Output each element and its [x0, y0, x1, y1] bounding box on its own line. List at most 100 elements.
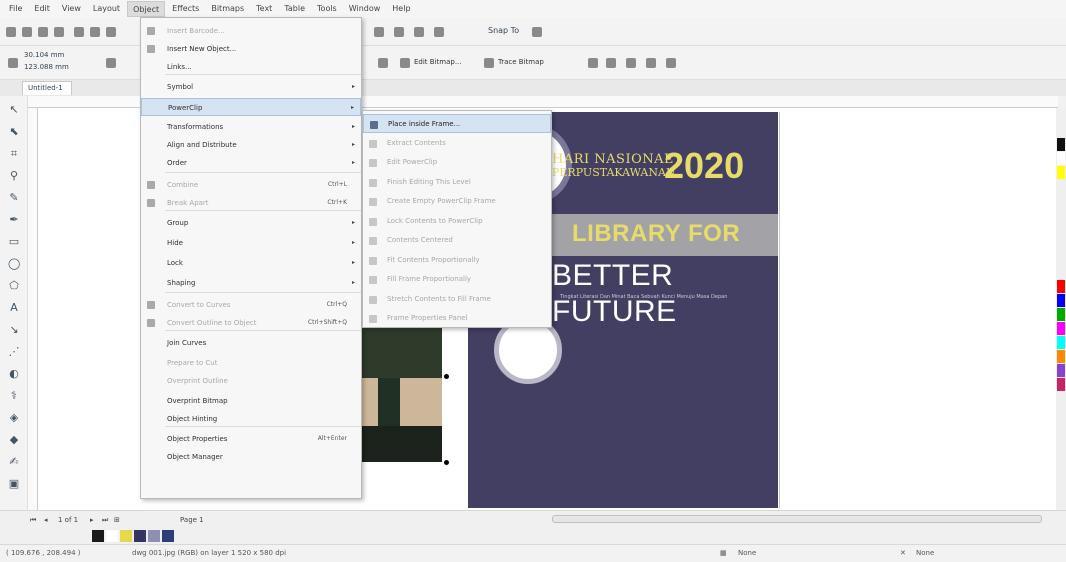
document-tab[interactable]: Untitled-1: [22, 81, 72, 95]
palette-swatch[interactable]: [1057, 378, 1065, 391]
horizontal-scrollbar[interactable]: [552, 515, 1042, 523]
menu-edit[interactable]: Edit: [29, 1, 55, 17]
text-tool-icon[interactable]: A: [8, 302, 20, 314]
object-menu-item[interactable]: Insert New Object...: [141, 40, 361, 58]
menu-window[interactable]: Window: [344, 1, 386, 17]
add-page-icon[interactable]: ⊞: [114, 511, 120, 529]
object-menu-item[interactable]: Overprint Outline: [141, 372, 361, 390]
menu-layout[interactable]: Layout: [88, 1, 125, 17]
smart-fill-icon[interactable]: ◆: [8, 434, 20, 446]
ellipse-tool-icon[interactable]: ◯: [8, 258, 20, 270]
powerclip-menu-item[interactable]: Place inside Frame...: [363, 114, 551, 133]
palette-swatch[interactable]: [1057, 350, 1065, 363]
eyedropper-tool-icon[interactable]: ⚕: [8, 390, 20, 402]
snap-to-dropdown[interactable]: Snap To: [488, 26, 519, 35]
selection-handle[interactable]: [444, 460, 449, 465]
palette-swatch[interactable]: [1057, 308, 1065, 321]
object-menu-item[interactable]: PowerClip ▸: [141, 98, 361, 116]
menu-table[interactable]: Table: [279, 1, 310, 17]
vertical-ruler[interactable]: [28, 108, 38, 510]
crop-tool-icon[interactable]: ⌗: [8, 148, 20, 160]
powerclip-menu-item[interactable]: Lock Contents to PowerClip: [363, 212, 551, 231]
align-icon[interactable]: [646, 58, 656, 68]
menu-file[interactable]: File: [4, 1, 27, 17]
connector-tool-icon[interactable]: ↘: [8, 324, 20, 336]
menu-help[interactable]: Help: [387, 1, 415, 17]
object-menu-item[interactable]: Overprint Bitmap: [141, 392, 361, 410]
crop-bitmap-icon[interactable]: [588, 58, 598, 68]
menu-bitmaps[interactable]: Bitmaps: [206, 1, 249, 17]
fill-indicator-icon[interactable]: ▦: [720, 545, 727, 562]
powerclip-menu-item[interactable]: Fit Contents Proportionally: [363, 251, 551, 270]
menu-view[interactable]: View: [57, 1, 86, 17]
powerclip-menu-item[interactable]: Stretch Contents to Fill Frame: [363, 290, 551, 309]
menu-effects[interactable]: Effects: [167, 1, 204, 17]
print-icon[interactable]: [54, 27, 64, 37]
object-menu-item[interactable]: Symbol ▸: [141, 78, 361, 96]
powerclip-menu-item[interactable]: Edit PowerClip: [363, 153, 551, 172]
selected-bitmap[interactable]: [362, 326, 442, 462]
page-tab[interactable]: Page 1: [180, 511, 204, 529]
show-rulers-icon[interactable]: [414, 27, 424, 37]
palette-swatch[interactable]: [1057, 166, 1065, 179]
palette-swatch[interactable]: [1057, 322, 1065, 335]
bitmap-color-mask-icon[interactable]: [626, 58, 636, 68]
object-menu-item[interactable]: Prepare to Cut: [141, 354, 361, 372]
open-icon[interactable]: [22, 27, 32, 37]
chevron-down-icon[interactable]: [532, 27, 542, 37]
object-menu-item[interactable]: Hide ▸: [141, 234, 361, 252]
object-menu-item[interactable]: Object Manager: [141, 448, 361, 466]
save-icon[interactable]: [38, 27, 48, 37]
object-menu-item[interactable]: Shaping ▸: [141, 274, 361, 292]
y-position-field[interactable]: 123.088 mm: [24, 63, 69, 71]
object-menu-item[interactable]: Join Curves: [141, 334, 361, 352]
palette-swatch[interactable]: [1057, 138, 1065, 151]
paste-icon[interactable]: [106, 27, 116, 37]
document-swatch[interactable]: [92, 530, 104, 542]
powerclip-menu-item[interactable]: Create Empty PowerClip Frame: [363, 192, 551, 211]
full-screen-icon[interactable]: [394, 27, 404, 37]
prev-page-icon[interactable]: ◂: [44, 511, 48, 529]
powerclip-menu-item[interactable]: Frame Properties Panel: [363, 309, 551, 328]
x-position-field[interactable]: 30.104 mm: [24, 51, 64, 59]
document-swatch[interactable]: [134, 530, 146, 542]
last-page-icon[interactable]: ⏭: [102, 511, 108, 529]
outline-status[interactable]: None: [916, 545, 934, 562]
powerclip-menu-item[interactable]: Extract Contents: [363, 134, 551, 153]
object-menu-item[interactable]: Insert Barcode...: [141, 22, 361, 40]
shape-tool-icon[interactable]: ⬉: [8, 126, 20, 138]
copy-icon[interactable]: [90, 27, 100, 37]
object-menu-item[interactable]: Object Properties Alt+Enter: [141, 430, 361, 448]
object-menu-item[interactable]: Order ▸: [141, 154, 361, 172]
palette-swatch[interactable]: [1057, 280, 1065, 293]
polygon-tool-icon[interactable]: ⬠: [8, 280, 20, 292]
fill-status[interactable]: None: [738, 545, 756, 562]
cut-icon[interactable]: [74, 27, 84, 37]
pick-tool-icon[interactable]: ↖: [8, 104, 20, 116]
powerclip-menu-item[interactable]: Finish Editing This Level: [363, 173, 551, 192]
object-menu-item[interactable]: Align and Distribute ▸: [141, 136, 361, 154]
next-page-icon[interactable]: ▸: [90, 511, 94, 529]
fill-tool-icon[interactable]: ▣: [8, 478, 20, 490]
new-document-icon[interactable]: [6, 27, 16, 37]
selection-handle[interactable]: [444, 374, 449, 379]
freehand-tool-icon[interactable]: ✎: [8, 192, 20, 204]
resample-icon[interactable]: [606, 58, 616, 68]
document-swatch[interactable]: [148, 530, 160, 542]
menu-object[interactable]: Object: [127, 1, 166, 17]
zoom-icon[interactable]: [374, 27, 384, 37]
zoom-tool-icon[interactable]: ⚲: [8, 170, 20, 182]
object-menu-item[interactable]: Transformations ▸: [141, 118, 361, 136]
object-menu-item[interactable]: Convert to Curves Ctrl+Q: [141, 296, 361, 314]
blend-tool-icon[interactable]: ⋰: [8, 346, 20, 358]
document-swatch[interactable]: [162, 530, 174, 542]
object-menu-item[interactable]: Combine Ctrl+L: [141, 176, 361, 194]
document-swatch[interactable]: [106, 530, 118, 542]
palette-swatch[interactable]: [1057, 364, 1065, 377]
outline-pen-icon[interactable]: ✍: [8, 456, 20, 468]
rectangle-tool-icon[interactable]: ▭: [8, 236, 20, 248]
interactive-fill-icon[interactable]: ◈: [8, 412, 20, 424]
transparency-tool-icon[interactable]: ◐: [8, 368, 20, 380]
menu-tools[interactable]: Tools: [312, 1, 342, 17]
first-page-icon[interactable]: ⏮: [30, 511, 36, 529]
